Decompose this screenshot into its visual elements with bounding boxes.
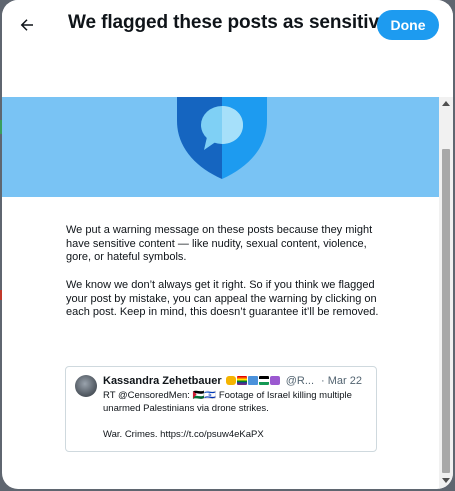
un-flag-icon [247,376,258,385]
post-author-line: Kassandra Zehetbauer @R... [103,375,319,387]
post-date: · Mar 22 [321,375,362,387]
scroll-down-arrow-icon[interactable] [442,478,450,483]
palestine-flag-icon [258,376,269,385]
scrollbar-thumb[interactable] [442,149,450,473]
dialog-header: We flagged these posts as sensitive Done [2,0,453,50]
post-text-line-2: War. Crimes. https://t.co/psuw4eKaPX [103,429,264,441]
post-text: RT @CensoredMen: 🇵🇸🇮🇱 Footage of Israel … [103,389,367,442]
arrow-left-icon [20,19,33,31]
raised-hand-icon [225,376,236,385]
intro-paragraph-1: We put a warning message on these posts … [66,224,373,263]
peace-symbol-icon [269,376,280,385]
sensitive-posts-dialog: We flagged these posts as sensitive Done… [2,0,453,489]
post-author-name: Kassandra Zehetbauer [103,375,222,387]
flagged-post-card[interactable]: Kassandra Zehetbauer @R... · Mar 22 RT @… [65,366,377,452]
dialog-title: We flagged these posts as sensitive [68,12,390,33]
avatar [75,375,97,397]
vertical-scrollbar[interactable] [439,97,453,489]
done-button[interactable]: Done [377,10,439,40]
back-button[interactable] [10,8,44,42]
intro-paragraph-2: We know we don’t always get it right. So… [66,279,379,318]
rainbow-flag-icon [236,376,247,385]
sensitive-banner [2,97,439,197]
shield-chat-icon [177,97,267,179]
post-author-handle: @R... [285,375,315,387]
scroll-up-arrow-icon[interactable] [442,101,450,106]
dialog-scroll-area[interactable]: We put a warning message on these posts … [2,50,439,489]
post-text-line-1: RT @CensoredMen: 🇵🇸🇮🇱 Footage of Israel … [103,390,352,415]
